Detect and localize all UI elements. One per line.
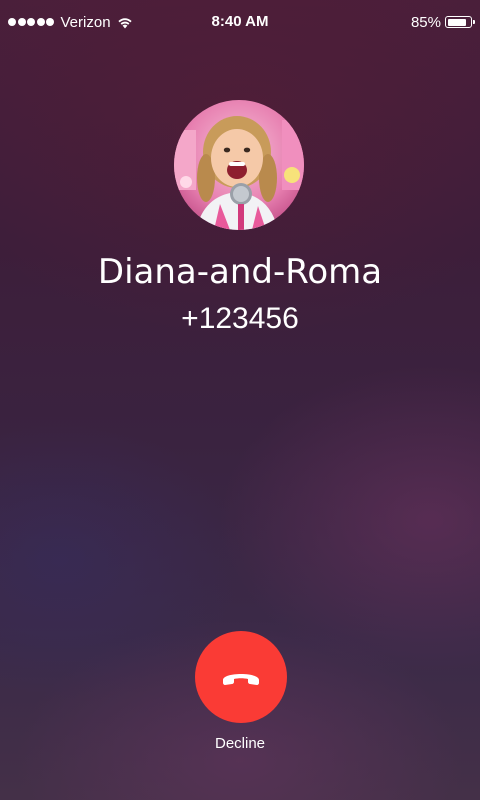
caller-number: +123456 xyxy=(181,302,299,335)
decline-button[interactable] xyxy=(195,631,287,723)
incoming-call-screen: Verizon 8:40 AM 85% Diana-and-Roma +1234… xyxy=(0,0,480,800)
battery-level-fill xyxy=(447,18,467,26)
decline-label: Decline xyxy=(214,735,266,752)
status-time: 8:40 AM xyxy=(211,13,269,30)
battery-percentage: 85% xyxy=(410,13,441,31)
caller-name: Diana-and-Roma xyxy=(97,252,383,292)
phone-hangup-icon xyxy=(223,674,259,685)
status-bar: Verizon 8:40 AM 85% xyxy=(0,0,480,44)
battery-cap xyxy=(473,20,475,24)
caller-avatar xyxy=(174,100,304,230)
battery-icon xyxy=(445,16,475,28)
status-right: 85% xyxy=(410,13,475,31)
